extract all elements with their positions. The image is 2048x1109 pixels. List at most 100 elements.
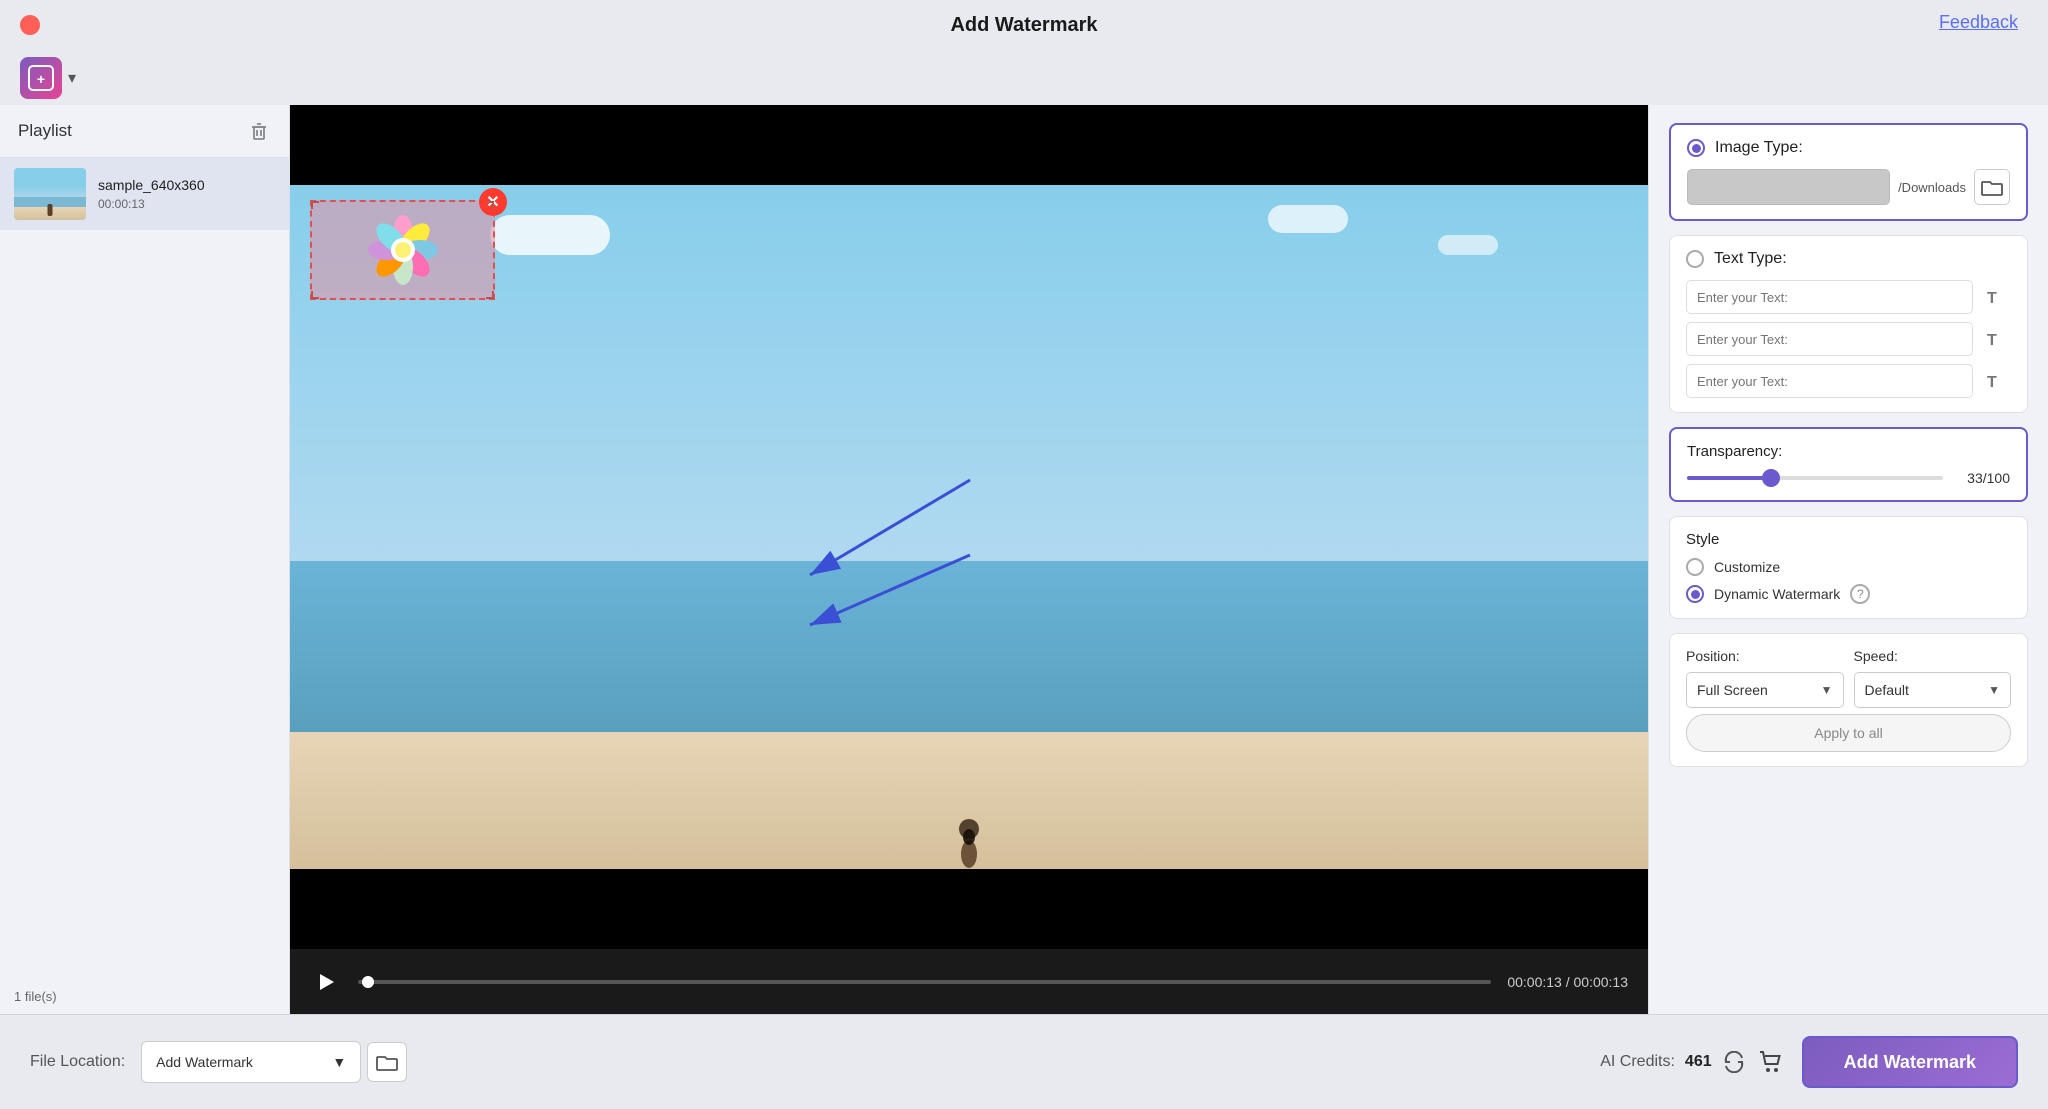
customize-radio[interactable] [1686, 558, 1704, 576]
svg-text:T: T [1987, 290, 1997, 306]
video-area: ✕ [290, 105, 1648, 1014]
transparency-thumb[interactable] [1762, 469, 1780, 487]
file-count: 1 file(s) [0, 979, 289, 1014]
text-format-button-1[interactable]: T [1981, 282, 2011, 312]
logo-icon[interactable]: + [20, 57, 62, 99]
position-select-display[interactable]: Full Screen ▼ [1686, 672, 1844, 708]
file-path-suffix: /Downloads [1898, 180, 1966, 195]
help-icon[interactable]: ? [1850, 584, 1870, 604]
video-controls: 00:00:13 / 00:00:13 [290, 949, 1648, 1014]
text-input-1[interactable] [1686, 280, 1973, 314]
text-type-section: Text Type: T T T [1669, 235, 2028, 413]
close-button[interactable] [20, 15, 40, 35]
text-type-label: Text Type: [1714, 250, 1787, 268]
text-input-3[interactable] [1686, 364, 1973, 398]
speed-select-display[interactable]: Default ▼ [1854, 672, 2012, 708]
refresh-credits-button[interactable] [1722, 1050, 1746, 1074]
play-button[interactable] [310, 966, 342, 998]
progress-thumb[interactable] [362, 976, 374, 988]
customize-label: Customize [1714, 559, 1780, 575]
transparency-track[interactable] [1687, 476, 1943, 480]
video-container: ✕ [290, 105, 1648, 949]
video-background: ✕ [290, 105, 1648, 949]
image-type-label: Image Type: [1715, 139, 1803, 157]
style-label: Style [1686, 531, 2011, 548]
browse-file-button[interactable] [1974, 169, 2010, 205]
file-path-row: /Downloads [1687, 169, 2010, 205]
sand [290, 732, 1648, 869]
apply-to-all-button[interactable]: Apply to all [1686, 714, 2011, 752]
playlist-title: Playlist [18, 121, 72, 141]
svg-text:T: T [1987, 374, 1997, 390]
position-dropdown[interactable]: Full Screen ▼ [1686, 672, 1844, 708]
total-time: 00:00:13 [1574, 974, 1629, 990]
video-duration: 00:00:13 [98, 197, 275, 211]
video-filename: sample_640x360 [98, 177, 275, 193]
logo-dropdown-arrow[interactable]: ▾ [68, 68, 76, 88]
image-type-section: Image Type: /Downloads [1669, 123, 2028, 221]
position-dropdown-arrow: ▼ [1821, 683, 1833, 697]
progress-bar[interactable] [358, 980, 1491, 984]
file-location-label: File Location: [30, 1053, 125, 1071]
cart-button[interactable] [1756, 1047, 1786, 1077]
text-format-button-2[interactable]: T [1981, 324, 2011, 354]
speed-selected: Default [1865, 682, 1909, 698]
svg-text:+: + [37, 71, 45, 87]
time-display: 00:00:13 / 00:00:13 [1507, 974, 1628, 990]
position-label: Position: [1686, 648, 1844, 664]
transparency-slider-row: 33/100 [1687, 470, 2010, 486]
image-type-header: Image Type: [1687, 139, 2010, 157]
file-location-select[interactable]: Add Watermark ▼ [141, 1041, 361, 1083]
main-layout: Playlist [0, 105, 2048, 1014]
add-watermark-button[interactable]: Add Watermark [1802, 1036, 2018, 1088]
playlist-header: Playlist [0, 105, 289, 158]
right-panel: Image Type: /Downloads Text Type: [1648, 105, 2048, 1014]
dynamic-watermark-radio-row: Dynamic Watermark ? [1686, 584, 2011, 604]
watermark-image [363, 213, 443, 288]
time-separator: / [1566, 974, 1570, 990]
svg-text:T: T [1987, 332, 1997, 348]
dynamic-watermark-label: Dynamic Watermark [1714, 586, 1840, 602]
delete-playlist-button[interactable] [247, 119, 271, 143]
file-path-display[interactable] [1687, 169, 1890, 205]
sidebar: Playlist [0, 105, 290, 1014]
apply-to-all-label: Apply to all [1814, 725, 1882, 741]
ai-credits-label: AI Credits: [1600, 1053, 1675, 1071]
text-input-row-1: T [1686, 280, 2011, 314]
position-selected: Full Screen [1697, 682, 1768, 698]
ai-credits: AI Credits: 461 [1600, 1047, 1785, 1077]
pos-speed-labels: Position: Speed: [1686, 648, 2011, 664]
image-type-radio[interactable] [1687, 139, 1705, 157]
logo-area: + ▾ [20, 50, 76, 105]
pos-speed-controls: Full Screen ▼ Default ▼ [1686, 672, 2011, 708]
speed-label: Speed: [1854, 648, 2012, 664]
current-time: 00:00:13 [1507, 974, 1562, 990]
file-location-dropdown: Add Watermark ▼ [141, 1041, 407, 1083]
text-input-row-3: T [1686, 364, 2011, 398]
open-folder-button[interactable] [367, 1042, 407, 1082]
customize-radio-row: Customize [1686, 558, 2011, 576]
text-type-header: Text Type: [1686, 250, 2011, 268]
text-type-radio[interactable] [1686, 250, 1704, 268]
folder-select-value: Add Watermark [156, 1054, 253, 1070]
text-input-2[interactable] [1686, 322, 1973, 356]
speed-dropdown-arrow: ▼ [1988, 683, 2000, 697]
folder-select-arrow: ▼ [332, 1054, 346, 1070]
feedback-link[interactable]: Feedback [1939, 12, 2018, 33]
bottom-bar: File Location: Add Watermark ▼ AI Credit… [0, 1014, 2048, 1109]
list-item[interactable]: sample_640x360 00:00:13 [0, 158, 289, 230]
speed-dropdown[interactable]: Default ▼ [1854, 672, 2012, 708]
transparency-value: 33/100 [1955, 470, 2010, 486]
transparency-label: Transparency: [1687, 443, 2010, 460]
style-section: Style Customize Dynamic Watermark ? [1669, 516, 2028, 619]
top-bar: Add Watermark Feedback [0, 0, 2048, 50]
watermark-overlay[interactable]: ✕ [310, 200, 495, 300]
transparency-section: Transparency: 33/100 [1669, 427, 2028, 502]
position-speed-section: Position: Speed: Full Screen ▼ Default ▼ [1669, 633, 2028, 767]
app-title: Add Watermark [950, 14, 1097, 37]
dynamic-watermark-radio[interactable] [1686, 585, 1704, 603]
text-input-row-2: T [1686, 322, 2011, 356]
text-format-button-3[interactable]: T [1981, 366, 2011, 396]
credits-number: 461 [1685, 1053, 1712, 1071]
sea [290, 561, 1648, 732]
